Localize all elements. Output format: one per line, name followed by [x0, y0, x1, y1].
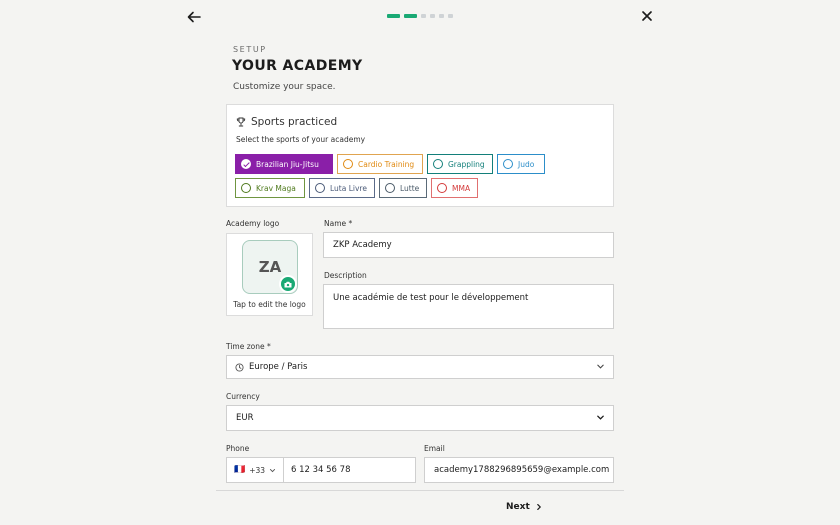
name-label: Name *	[324, 219, 353, 228]
sport-chip-luta-livre[interactable]: Luta Livre	[309, 178, 375, 198]
radio-circle-icon	[315, 183, 325, 193]
phone-input[interactable]: 6 12 34 56 78	[283, 457, 416, 483]
phone-value: 6 12 34 56 78	[291, 465, 351, 475]
radio-circle-icon	[343, 159, 353, 169]
section-eyebrow: SETUP	[233, 45, 267, 54]
email-label: Email	[424, 444, 445, 453]
camera-icon[interactable]	[279, 275, 297, 293]
progress-step-complete	[404, 14, 417, 18]
next-button[interactable]: Next	[506, 502, 543, 512]
chevron-right-icon	[536, 504, 541, 510]
radio-circle-icon	[437, 183, 447, 193]
chevron-down-icon	[597, 364, 604, 369]
radio-circle-icon	[433, 159, 443, 169]
logo-caption: Tap to edit the logo	[233, 300, 306, 309]
chevron-down-icon	[269, 468, 276, 472]
sports-card-header: Sports practiced	[236, 116, 337, 128]
clock-icon	[235, 362, 244, 372]
sports-card-title: Sports practiced	[251, 116, 338, 128]
sport-chip-label: Luta Livre	[330, 183, 367, 193]
currency-value: EUR	[236, 413, 254, 423]
phone-country-select[interactable]: 🇫🇷 +33	[226, 457, 284, 483]
sport-chip-lutte[interactable]: Lutte	[379, 178, 427, 198]
sport-chip-label: Grappling	[448, 159, 485, 169]
progress-step-complete	[387, 14, 400, 18]
progress-step-pending	[421, 14, 426, 18]
name-value: ZKP Academy	[333, 240, 392, 250]
sport-chip-label: Brazilian Jiu-Jitsu	[256, 159, 319, 169]
sport-chip-grappling[interactable]: Grappling	[427, 154, 493, 174]
step-progress	[387, 14, 453, 18]
logo-label: Academy logo	[226, 219, 280, 228]
close-icon[interactable]	[640, 9, 654, 23]
page-subtitle: Customize your space.	[233, 82, 336, 92]
next-label: Next	[506, 502, 530, 512]
radio-circle-icon	[241, 183, 251, 193]
phone-label: Phone	[226, 444, 250, 453]
sport-chip-cardio-training[interactable]: Cardio Training	[337, 154, 423, 174]
sport-chip-label: Judo	[518, 159, 535, 169]
phone-country-code: +33	[249, 465, 266, 475]
sport-chip-label: Lutte	[400, 183, 420, 193]
trophy-icon	[236, 117, 246, 127]
progress-step-pending	[430, 14, 435, 18]
currency-label: Currency	[226, 392, 260, 401]
logo-uploader[interactable]: ZA Tap to edit the logo	[226, 233, 313, 316]
progress-step-pending	[448, 14, 453, 18]
progress-step-pending	[439, 14, 444, 18]
timezone-value: Europe / Paris	[249, 362, 308, 372]
sport-chip-mma[interactable]: MMA	[431, 178, 478, 198]
sport-chip-label: MMA	[452, 183, 471, 193]
check-circle-icon	[241, 159, 251, 169]
radio-circle-icon	[503, 159, 513, 169]
sports-card: Sports practiced Select the sports of yo…	[226, 104, 614, 207]
currency-select[interactable]: EUR	[226, 405, 614, 431]
footer-divider	[216, 490, 624, 491]
sport-chip-krav-maga[interactable]: Krav Maga	[235, 178, 305, 198]
description-textarea[interactable]: Une académie de test pour le développeme…	[323, 284, 614, 329]
sport-chip-label: Krav Maga	[256, 183, 296, 193]
sport-chip-brazilian-jiu-jitsu[interactable]: Brazilian Jiu-Jitsu	[235, 154, 333, 174]
france-flag-icon: 🇫🇷	[233, 465, 246, 475]
page-title: YOUR ACADEMY	[232, 58, 363, 74]
description-value: Une académie de test pour le développeme…	[333, 293, 529, 303]
timezone-label: Time zone *	[226, 342, 271, 351]
back-arrow-icon[interactable]	[186, 9, 202, 25]
email-input[interactable]: academy1788296895659@example.com	[424, 457, 614, 483]
description-label: Description	[324, 271, 367, 280]
radio-circle-icon	[385, 183, 395, 193]
email-value: academy1788296895659@example.com	[434, 465, 610, 475]
sport-chip-judo[interactable]: Judo	[497, 154, 545, 174]
timezone-select[interactable]: Europe / Paris	[226, 355, 614, 379]
sports-card-subtitle: Select the sports of your academy	[236, 135, 366, 144]
chevron-down-icon	[597, 415, 604, 420]
name-input[interactable]: ZKP Academy	[323, 232, 614, 258]
sport-chip-label: Cardio Training	[358, 159, 415, 169]
